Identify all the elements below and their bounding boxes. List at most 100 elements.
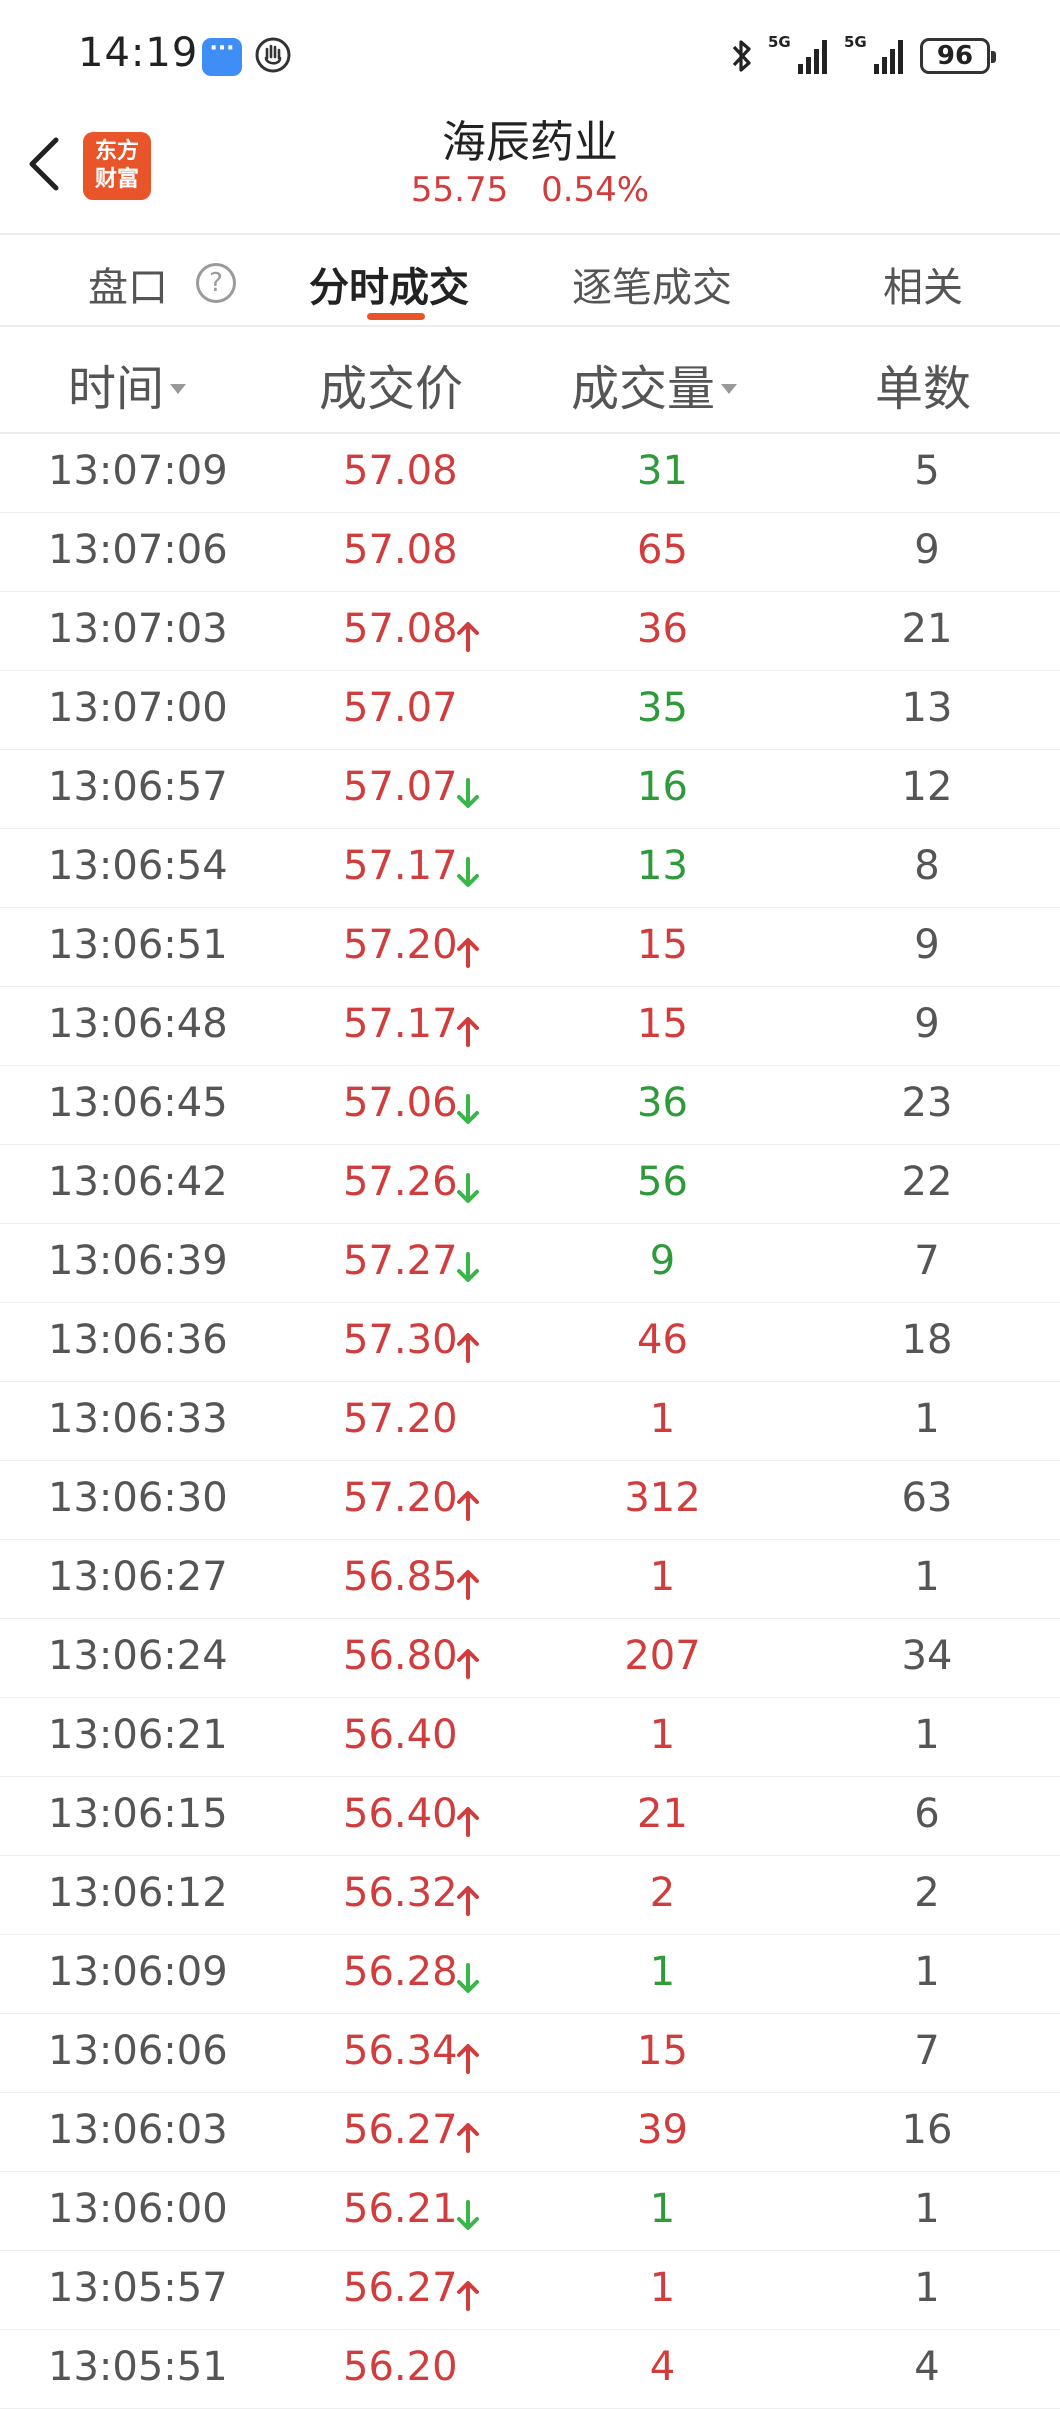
trade-count: 1 <box>914 2265 940 2311</box>
table-row[interactable]: 13:06:33 57.20 1 1 <box>0 1382 1060 1461</box>
trade-volume: 46 <box>637 1317 688 1363</box>
arrow-down-icon <box>456 853 480 887</box>
arrow-down-icon <box>456 1248 480 1282</box>
trade-volume: 21 <box>637 1791 688 1837</box>
table-row[interactable]: 13:06:45 57.06 36 23 <box>0 1066 1060 1145</box>
trade-volume: 1 <box>649 1712 676 1758</box>
trade-volume: 15 <box>637 2028 688 2074</box>
trade-count: 18 <box>901 1317 953 1363</box>
help-icon[interactable]: ? <box>196 263 236 303</box>
trade-count: 9 <box>914 922 940 968</box>
trade-volume: 15 <box>637 1001 688 1047</box>
table-row[interactable]: 13:06:03 56.27 39 16 <box>0 2093 1060 2172</box>
arrow-up-icon <box>456 932 480 968</box>
tab-order-book[interactable]: 盘口 <box>88 255 168 313</box>
trade-count: 23 <box>901 1080 953 1126</box>
arrow-down-icon <box>456 1959 480 1993</box>
trade-volume: 1 <box>649 1949 676 1995</box>
trade-volume: 207 <box>624 1633 701 1679</box>
trade-volume: 65 <box>637 527 688 573</box>
arrow-down-icon <box>456 2196 480 2230</box>
table-row[interactable]: 13:06:54 57.17 13 8 <box>0 829 1060 908</box>
table-row[interactable]: 13:06:21 56.40 1 1 <box>0 1698 1060 1777</box>
trade-price: 57.26 <box>343 1159 458 1205</box>
trade-count: 5 <box>914 448 940 494</box>
sort-caret-icon <box>721 384 738 394</box>
tab-tick-trades[interactable]: 逐笔成交 <box>572 255 732 313</box>
table-row[interactable]: 13:07:03 57.08 36 21 <box>0 592 1060 671</box>
trade-list: 13:07:09 57.08 31 5 13:07:06 57.08 65 9 13:07:03… <box>0 434 1060 2409</box>
trade-count: 13 <box>901 685 953 731</box>
table-row[interactable]: 13:07:06 57.08 65 9 <box>0 513 1060 592</box>
trade-price: 57.07 <box>343 764 458 810</box>
trade-time: 13:06:54 <box>48 843 228 889</box>
trade-count: 1 <box>914 1712 940 1758</box>
table-row[interactable]: 13:05:57 56.27 1 1 <box>0 2251 1060 2330</box>
stock-quote: 55.75 0.54% <box>0 170 1060 210</box>
arrow-up-icon <box>456 2038 480 2074</box>
table-row[interactable]: 13:06:00 56.21 1 1 <box>0 2172 1060 2251</box>
table-row[interactable]: 13:06:30 57.20 312 63 <box>0 1461 1060 1540</box>
status-bar: 14:19 5G 5G <box>0 0 1060 100</box>
trade-count: 1 <box>914 1949 940 1995</box>
table-row[interactable]: 13:06:24 56.80 207 34 <box>0 1619 1060 1698</box>
table-row[interactable]: 13:06:15 56.40 21 6 <box>0 1777 1060 1856</box>
table-row[interactable]: 13:06:27 56.85 1 1 <box>0 1540 1060 1619</box>
col-count-header: 单数 <box>875 361 972 417</box>
trade-price: 56.27 <box>343 2107 458 2153</box>
trade-time: 13:06:42 <box>48 1159 228 1205</box>
trade-price: 56.85 <box>343 1554 458 1600</box>
trade-time: 13:06:12 <box>48 1870 228 1916</box>
col-time-header[interactable]: 时间 <box>68 349 187 419</box>
arrow-down-icon <box>456 774 480 808</box>
message-app-icon <box>202 36 242 76</box>
tab-related[interactable]: 相关 <box>883 255 963 313</box>
tab-minute-trades[interactable]: 分时成交 <box>309 255 469 313</box>
trade-price: 56.34 <box>343 2028 458 2074</box>
table-row[interactable]: 13:06:39 57.27 9 7 <box>0 1224 1060 1303</box>
table-row[interactable]: 13:06:51 57.20 15 9 <box>0 908 1060 987</box>
trade-time: 13:06:03 <box>48 2107 228 2153</box>
table-row[interactable]: 13:06:09 56.28 1 1 <box>0 1935 1060 2014</box>
trade-price: 57.17 <box>343 843 458 889</box>
stock-name: 海辰药业 <box>442 117 618 168</box>
trade-count: 1 <box>914 1396 940 1442</box>
tab-bar: 盘口 ? 分时成交 逐笔成交 相关 <box>0 233 1060 327</box>
table-row[interactable]: 13:06:36 57.30 46 18 <box>0 1303 1060 1382</box>
trade-volume: 4 <box>649 2344 676 2390</box>
trade-price: 56.40 <box>343 1791 458 1837</box>
trade-count: 1 <box>914 1554 940 1600</box>
trade-volume: 2 <box>649 1870 676 1916</box>
trade-price: 56.27 <box>343 2265 458 2311</box>
trade-price: 56.80 <box>343 1633 458 1679</box>
table-row[interactable]: 13:07:00 57.07 35 13 <box>0 671 1060 750</box>
trade-price: 57.30 <box>343 1317 458 1363</box>
trade-volume: 16 <box>637 764 688 810</box>
table-row[interactable]: 13:06:42 57.26 56 22 <box>0 1145 1060 1224</box>
trade-count: 7 <box>914 1238 940 1284</box>
arrow-down-icon <box>456 1169 480 1203</box>
table-row[interactable]: 13:06:12 56.32 2 2 <box>0 1856 1060 1935</box>
trade-time: 13:06:24 <box>48 1633 228 1679</box>
stock-header: 东方 财富 海辰药业 55.75 0.54% <box>0 100 1060 233</box>
table-row[interactable]: 13:06:57 57.07 16 12 <box>0 750 1060 829</box>
arrow-up-icon <box>456 2275 480 2311</box>
battery-icon: 96 <box>920 38 996 74</box>
table-row[interactable]: 13:06:06 56.34 15 7 <box>0 2014 1060 2093</box>
trade-count: 22 <box>901 1159 953 1205</box>
arrow-up-icon <box>456 1485 480 1521</box>
trade-price: 57.27 <box>343 1238 458 1284</box>
trade-volume: 1 <box>649 2186 676 2232</box>
trade-time: 13:07:00 <box>48 685 228 731</box>
table-row[interactable]: 13:06:48 57.17 15 9 <box>0 987 1060 1066</box>
trade-volume: 31 <box>637 448 688 494</box>
table-row[interactable]: 13:07:09 57.08 31 5 <box>0 434 1060 513</box>
trade-price: 56.32 <box>343 1870 458 1916</box>
trade-time: 13:06:33 <box>48 1396 228 1442</box>
col-volume-header[interactable]: 成交量 <box>571 349 738 419</box>
signal-5g-icon-2: 5G <box>844 34 906 78</box>
trade-volume: 15 <box>637 922 688 968</box>
trade-count: 16 <box>901 2107 953 2153</box>
trade-time: 13:06:27 <box>48 1554 228 1600</box>
table-row[interactable]: 13:05:51 56.20 4 4 <box>0 2330 1060 2409</box>
